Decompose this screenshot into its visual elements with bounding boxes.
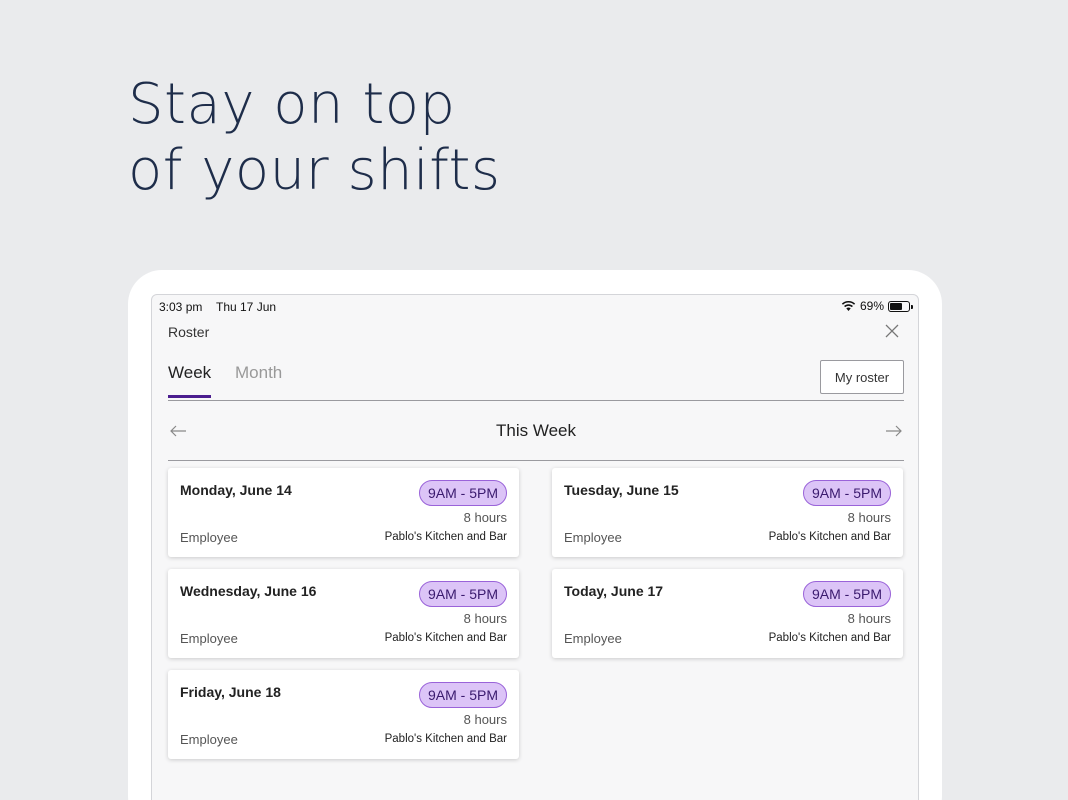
shift-venue: Pablo's Kitchen and Bar — [384, 733, 507, 745]
shift-hours: 8 hours — [463, 712, 507, 727]
battery-icon — [888, 300, 913, 312]
status-date: Thu 17 Jun — [216, 300, 277, 314]
app-screen: 3:03 pm Thu 17 Jun 69% Roster Week Month… — [151, 294, 919, 800]
week-navigator: This Week — [168, 405, 904, 461]
shift-venue: Pablo's Kitchen and Bar — [768, 531, 891, 543]
headline-line-1: Stay on top — [128, 72, 456, 137]
shift-card[interactable]: Wednesday, June 16 9AM - 5PM 8 hours Emp… — [168, 569, 519, 658]
shift-hours: 8 hours — [847, 510, 891, 525]
my-roster-button[interactable]: My roster — [820, 360, 904, 394]
shift-day: Friday, June 18 — [180, 684, 281, 700]
shift-role: Employee — [180, 732, 238, 747]
headline-line-2: of your shifts — [128, 138, 501, 203]
shift-hours: 8 hours — [847, 611, 891, 626]
status-time: 3:03 pm — [159, 300, 203, 314]
status-bar: 3:03 pm Thu 17 Jun 69% — [152, 295, 918, 319]
shift-time-badge: 9AM - 5PM — [418, 682, 507, 708]
shift-time-badge: 9AM - 5PM — [802, 480, 891, 506]
tab-month[interactable]: Month — [235, 363, 282, 395]
shift-venue: Pablo's Kitchen and Bar — [384, 531, 507, 543]
view-tabs: Week Month My roster — [168, 355, 904, 401]
week-label: This Week — [496, 421, 576, 440]
shift-time-badge: 9AM - 5PM — [418, 581, 507, 607]
close-icon[interactable] — [884, 323, 900, 339]
shift-role: Employee — [564, 631, 622, 646]
shift-time-badge: 9AM - 5PM — [418, 480, 507, 506]
status-right: 69% — [841, 299, 913, 313]
shift-time-badge: 9AM - 5PM — [802, 581, 891, 607]
arrow-right-icon[interactable] — [884, 421, 904, 441]
shift-card[interactable]: Monday, June 14 9AM - 5PM 8 hours Employ… — [168, 468, 519, 557]
shift-venue: Pablo's Kitchen and Bar — [384, 632, 507, 644]
shift-day: Today, June 17 — [564, 583, 664, 599]
battery-percent: 69% — [859, 299, 884, 313]
marketing-headline: Stay on top of your shifts — [128, 72, 501, 204]
tab-week[interactable]: Week — [168, 363, 212, 398]
shift-day: Monday, June 14 — [180, 482, 292, 498]
shift-card[interactable]: Today, June 17 9AM - 5PM 8 hours Employe… — [552, 569, 903, 658]
shift-hours: 8 hours — [463, 611, 507, 626]
shift-day: Wednesday, June 16 — [180, 583, 317, 599]
shift-day: Tuesday, June 15 — [564, 482, 679, 498]
shift-role: Employee — [180, 530, 238, 545]
wifi-icon — [841, 300, 856, 311]
shift-card[interactable]: Friday, June 18 9AM - 5PM 8 hours Employ… — [168, 670, 519, 759]
shift-card[interactable]: Tuesday, June 15 9AM - 5PM 8 hours Emplo… — [552, 468, 903, 557]
shift-role: Employee — [564, 530, 622, 545]
page-title: Roster — [168, 324, 210, 340]
shift-venue: Pablo's Kitchen and Bar — [768, 632, 891, 644]
shift-hours: 8 hours — [463, 510, 507, 525]
shift-role: Employee — [180, 631, 238, 646]
